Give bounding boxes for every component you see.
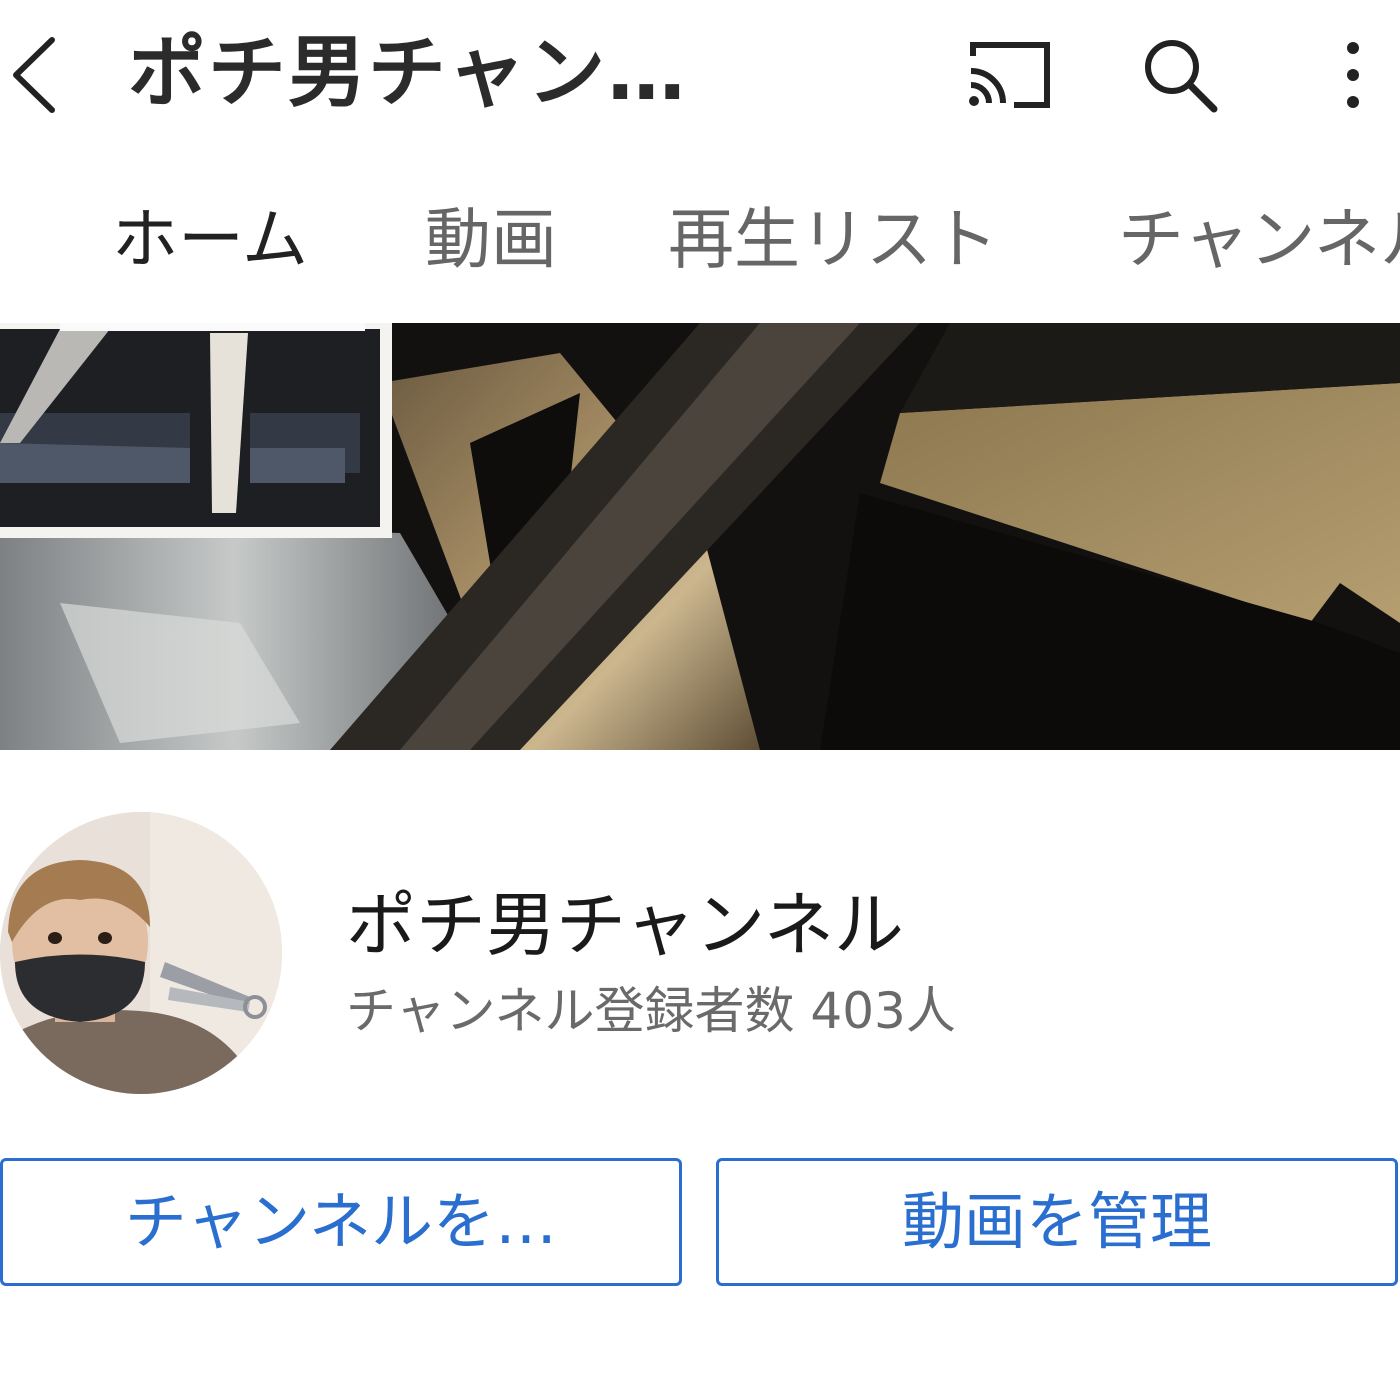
more-options-button[interactable] <box>1303 25 1400 125</box>
cast-icon <box>969 42 1050 108</box>
tab-videos[interactable]: 動画 <box>425 200 557 280</box>
back-button[interactable] <box>0 20 70 130</box>
channel-name: ポチ男チャンネル <box>346 884 904 966</box>
manage-videos-button[interactable]: 動画を管理 <box>716 1158 1398 1286</box>
search-icon <box>1145 40 1218 113</box>
top-app-bar: ポチ男チャン… <box>0 0 1400 150</box>
chevron-left-icon <box>13 37 55 113</box>
tab-playlists[interactable]: 再生リスト <box>668 200 998 280</box>
tab-home[interactable]: ホーム <box>112 200 308 280</box>
tab-channels[interactable]: チャンネル <box>1118 200 1400 280</box>
channel-banner-image <box>0 323 1400 750</box>
page-title: ポチ男チャン… <box>128 28 688 118</box>
channel-page: ポチ男チャン… ホーム 動画 再生リスト チャンネ ポチ男チャンネル チャンネル… <box>0 0 1400 1400</box>
channel-tabs: ホーム 動画 再生リスト チャンネル <box>0 170 1400 320</box>
customize-channel-button[interactable]: チャンネルを… <box>0 1158 682 1286</box>
avatar[interactable] <box>0 812 282 1094</box>
search-button[interactable] <box>1130 25 1230 125</box>
cast-button[interactable] <box>958 25 1058 125</box>
more-vertical-icon <box>1347 42 1359 108</box>
subscriber-count: チャンネル登録者数 403人 <box>346 982 956 1040</box>
